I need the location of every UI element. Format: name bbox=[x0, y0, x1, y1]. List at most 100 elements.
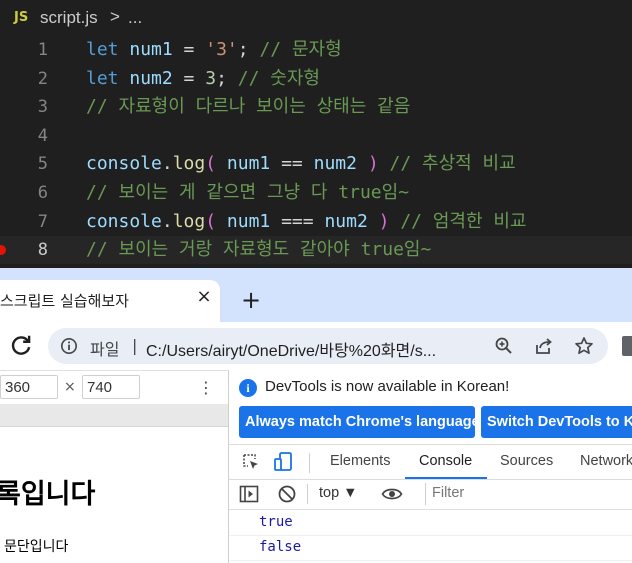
code-text: // 보이는 게 같으면 그냥 다 true임~ bbox=[86, 179, 409, 207]
code-token: 3 bbox=[205, 67, 217, 89]
code-token: // 보이는 게 같으면 그냥 다 true임~ bbox=[86, 182, 410, 203]
url-scheme-label: 파일 bbox=[90, 340, 120, 359]
rendered-page: 록입니다 문단입니다 bbox=[0, 428, 228, 563]
code-line[interactable]: 6 // 보이는 게 같으면 그냥 다 true임~ bbox=[0, 179, 632, 207]
breadcrumb-more[interactable]: ... bbox=[128, 8, 142, 28]
code-token: ) bbox=[378, 210, 390, 232]
code-line[interactable]: 8 // 보이는 거랑 자료형도 같아야 true임~ bbox=[0, 236, 632, 265]
line-number: 1 bbox=[37, 40, 48, 60]
tab-elements[interactable]: Elements bbox=[330, 453, 390, 469]
code-token: num2 bbox=[129, 67, 173, 89]
context-selector[interactable]: top ▼ bbox=[319, 485, 358, 501]
info-icon: i bbox=[239, 379, 257, 397]
javascript-file-icon: JS bbox=[14, 10, 29, 25]
code-token: // 보이는 거랑 자료형도 같아야 true임~ bbox=[86, 239, 432, 261]
inspect-element-icon[interactable] bbox=[241, 452, 261, 472]
new-tab-button[interactable]: + bbox=[238, 286, 264, 314]
dimension-separator: × bbox=[64, 379, 76, 395]
eye-icon[interactable] bbox=[381, 485, 403, 503]
bookmark-star-icon[interactable] bbox=[574, 336, 594, 356]
chevron-right-icon: > bbox=[110, 7, 120, 26]
breadcrumb-file[interactable]: script.js bbox=[40, 8, 98, 28]
code-token: // 문자형 bbox=[259, 39, 342, 60]
more-options-icon[interactable]: ⋮ bbox=[198, 377, 214, 399]
code-token: num1 bbox=[216, 210, 282, 232]
code-token: let bbox=[86, 39, 119, 60]
code-token: ( bbox=[205, 153, 217, 175]
code-token: num1 bbox=[129, 39, 173, 60]
reload-icon[interactable] bbox=[8, 332, 34, 358]
browser-window: 스크립트 실습해보자 × + 파일 | C:/Users/airyt/OneDr… bbox=[0, 268, 632, 563]
code-token: // 엄격한 비교 bbox=[389, 210, 527, 232]
code-text: let num1 = '3'; // 문자형 bbox=[86, 36, 342, 64]
line-number: 8 bbox=[37, 240, 48, 261]
tab-separator bbox=[309, 453, 310, 473]
tab-strip: 스크립트 실습해보자 × + bbox=[0, 268, 632, 322]
code-line[interactable]: 7 console.log( num1 === num2 ) // 엄격한 비교 bbox=[0, 208, 632, 236]
code-line[interactable]: 3 // 자료형이 다르나 보이는 상태는 같음 bbox=[0, 93, 632, 121]
code-token: ( bbox=[205, 210, 217, 232]
code-token: = bbox=[172, 67, 206, 89]
code-token: === bbox=[281, 210, 314, 232]
viewport-ruler bbox=[0, 404, 228, 427]
code-token: log bbox=[172, 210, 206, 232]
page-paragraph: 문단입니다 bbox=[4, 539, 69, 555]
switch-language-button[interactable]: Switch DevTools to Ko bbox=[481, 406, 632, 438]
zoom-icon[interactable] bbox=[494, 336, 514, 356]
address-bar[interactable]: 파일 | C:/Users/airyt/OneDrive/바탕%20화면/s..… bbox=[48, 328, 608, 364]
code-text: let num2 = 3; // 숫자형 bbox=[86, 65, 320, 93]
code-line[interactable]: 5 console.log( num1 == num2 ) // 추상적 비교 bbox=[0, 150, 632, 178]
code-token: // 추상적 비교 bbox=[378, 153, 516, 175]
url-text[interactable]: C:/Users/airyt/OneDrive/바탕%20화면/s... bbox=[146, 337, 436, 361]
code-editor[interactable]: JS script.js > ... 1 let num1 = '3'; // 문… bbox=[0, 0, 632, 268]
console-filter-input[interactable]: Filter bbox=[425, 483, 632, 505]
code-text: console.log( num1 === num2 ) // 엄격한 비교 bbox=[86, 208, 526, 236]
code-token: = bbox=[172, 39, 206, 60]
line-number: 4 bbox=[37, 125, 48, 146]
code-line[interactable]: 4 bbox=[0, 122, 632, 150]
match-language-button[interactable]: Always match Chrome's language bbox=[239, 406, 475, 438]
browser-toolbar: 파일 | C:/Users/airyt/OneDrive/바탕%20화면/s..… bbox=[0, 322, 632, 370]
tab-title: 스크립트 실습해보자 bbox=[0, 292, 129, 310]
sidebar-toggle-icon[interactable] bbox=[239, 485, 259, 503]
code-token: ; bbox=[237, 39, 260, 60]
breadcrumb: JS script.js > ... bbox=[0, 0, 632, 36]
site-info-icon[interactable] bbox=[60, 337, 78, 355]
close-tab-icon[interactable]: × bbox=[192, 286, 216, 310]
code-line[interactable]: 1 let num1 = '3'; // 문자형 bbox=[0, 36, 632, 64]
code-line[interactable]: 2 let num2 = 3; // 숫자형 bbox=[0, 65, 632, 93]
code-token: num2 bbox=[302, 153, 368, 175]
devtools-tabs: Elements Console Sources Network bbox=[229, 444, 632, 480]
code-token: ; bbox=[216, 67, 238, 89]
console-message: false bbox=[229, 535, 632, 561]
share-icon[interactable] bbox=[534, 336, 554, 356]
devtools-panel: i DevTools is now available in Korean! A… bbox=[229, 370, 632, 563]
code-token: . bbox=[161, 153, 173, 175]
browser-tab[interactable]: 스크립트 실습해보자 × bbox=[0, 280, 220, 322]
tab-sources[interactable]: Sources bbox=[500, 453, 553, 469]
line-number: 5 bbox=[37, 154, 48, 175]
tab-console[interactable]: Console bbox=[419, 453, 472, 469]
viewport-width-input[interactable]: 360 bbox=[0, 375, 58, 399]
filter-placeholder: Filter bbox=[432, 485, 465, 501]
code-token: num1 bbox=[216, 153, 282, 175]
device-toolbar-icon[interactable] bbox=[273, 451, 295, 473]
breakpoint-icon[interactable] bbox=[0, 245, 6, 256]
code-token: console bbox=[86, 210, 162, 232]
console-output-value: true bbox=[259, 514, 293, 530]
console-toolbar: top ▼ Filter bbox=[229, 479, 632, 510]
code-token: ) bbox=[367, 153, 379, 175]
extensions-icon[interactable] bbox=[622, 336, 632, 356]
page-heading: 록입니다 bbox=[0, 479, 96, 510]
language-notice: DevTools is now available in Korean! bbox=[265, 378, 510, 395]
url-divider: | bbox=[132, 336, 138, 355]
console-message: true bbox=[229, 510, 632, 536]
clear-console-icon[interactable] bbox=[277, 484, 297, 504]
code-token: let bbox=[86, 67, 119, 89]
viewport-height-input[interactable]: 740 bbox=[82, 375, 140, 399]
code-text: console.log( num1 == num2 ) // 추상적 비교 bbox=[86, 150, 516, 178]
code-token: // 숫자형 bbox=[237, 67, 320, 89]
tab-network[interactable]: Network bbox=[580, 453, 632, 469]
code-token: log bbox=[172, 153, 206, 175]
